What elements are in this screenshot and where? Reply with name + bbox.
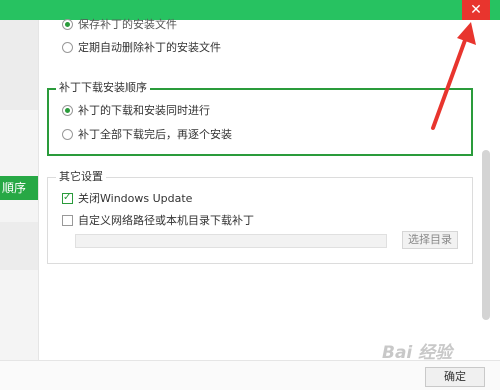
annotation-arrow-icon	[431, 22, 476, 130]
